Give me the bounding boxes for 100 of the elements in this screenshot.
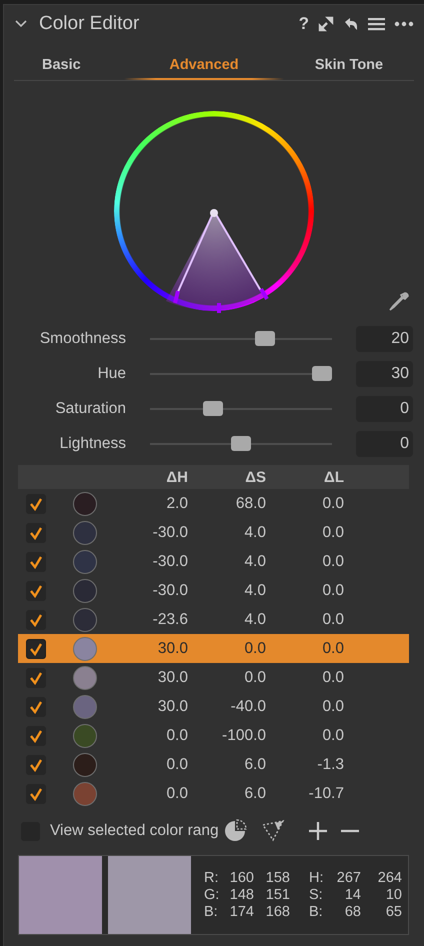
- table-cell-text: 30.0: [156, 668, 188, 686]
- table-row[interactable]: 30.0 0.0 0.0: [18, 663, 409, 692]
- slider-label: Saturation: [54, 400, 126, 418]
- table-cell-text: 0.0: [321, 640, 344, 658]
- slider-thumb[interactable]: [203, 401, 224, 416]
- expand-icon[interactable]: [318, 16, 334, 32]
- value-field[interactable]: 0: [356, 430, 413, 456]
- pie-chart-icon[interactable]: [222, 819, 247, 843]
- table-cell-text: 30.0: [156, 698, 188, 716]
- menu-icon[interactable]: [368, 17, 385, 31]
- value-field[interactable]: 30: [356, 360, 413, 386]
- table-cell-text: 0.0: [243, 640, 266, 658]
- tab[interactable]: Basic: [14, 49, 124, 80]
- table-row[interactable]: 0.0 6.0 -1.3: [18, 750, 409, 779]
- table-cell-text: 0.0: [321, 582, 344, 600]
- table-row[interactable]: 0.0 -100.0 0.0: [18, 721, 409, 750]
- readout-label: B:: [204, 904, 219, 920]
- checkbox-label: View selected color rang: [50, 822, 219, 840]
- table-cell-text: 6.0: [243, 784, 266, 802]
- table-cell-text: -100.0: [221, 726, 266, 744]
- table-cell-text: 0.0: [321, 494, 344, 512]
- table-row[interactable]: -30.0 4.0 0.0: [18, 518, 409, 547]
- table-cell-text: 30.0: [156, 640, 188, 658]
- table-row[interactable]: 30.0 -40.0 0.0: [18, 692, 409, 721]
- table-row[interactable]: 0.0 6.0 -10.7: [18, 779, 409, 808]
- hue-range-wedge[interactable]: [166, 209, 269, 315]
- eyedropper-icon[interactable]: [388, 291, 410, 313]
- panel-title: Color Editor: [39, 13, 140, 35]
- readout-value: 267: [336, 870, 361, 886]
- table-cell-text: -1.3: [316, 756, 344, 774]
- readout-value: 160: [228, 870, 254, 886]
- table-cell-text: 0.0: [321, 668, 344, 686]
- readout-label: B:: [309, 904, 324, 920]
- table-cell-text: -10.7: [308, 784, 344, 802]
- table-cell-text: 4.0: [243, 524, 266, 542]
- table-cell-text: -30.0: [152, 582, 188, 600]
- add-icon[interactable]: [308, 822, 327, 840]
- chevron-icon[interactable]: [15, 20, 27, 28]
- readout-value: 264: [376, 870, 402, 886]
- table-cell-text: 0.0: [321, 552, 344, 570]
- slider-thumb[interactable]: [312, 366, 332, 381]
- checkbox[interactable]: [26, 638, 46, 658]
- table-row[interactable]: 30.0 0.0 0.0: [18, 634, 409, 663]
- table-cell-text: 68.0: [234, 494, 266, 512]
- table-cell-text: -40.0: [230, 698, 266, 716]
- checkbox[interactable]: [26, 494, 46, 514]
- checkbox[interactable]: [26, 552, 46, 572]
- readout-label: H:: [309, 870, 324, 886]
- readout-value: 68: [344, 904, 361, 920]
- checkbox[interactable]: [26, 754, 46, 774]
- readout-value: 168: [264, 904, 290, 920]
- column-header: ΔS: [244, 468, 266, 486]
- slider-label: Smoothness: [38, 330, 126, 348]
- readout-value: 174: [228, 904, 254, 920]
- table-cell-text: 0.0: [165, 784, 188, 802]
- checkbox[interactable]: [26, 784, 46, 804]
- readout-value: 14: [344, 887, 361, 903]
- table-cell-text: 4.0: [243, 582, 266, 600]
- readout-value: 158: [264, 870, 290, 886]
- table-cell-text: -23.6: [152, 610, 188, 628]
- column-header: ΔH: [165, 468, 188, 486]
- slider-label: Lightness: [58, 434, 126, 452]
- table-cell-text: 0.0: [321, 524, 344, 542]
- table-cell-text: 0.0: [321, 726, 344, 744]
- readout-value: 65: [384, 904, 402, 920]
- table-row[interactable]: -30.0 4.0 0.0: [18, 576, 409, 605]
- table-row[interactable]: -30.0 4.0 0.0: [18, 547, 409, 576]
- checkbox[interactable]: [26, 522, 46, 542]
- value-field[interactable]: 0: [356, 396, 413, 422]
- undo-icon[interactable]: [343, 16, 359, 32]
- slider-thumb[interactable]: [231, 436, 251, 451]
- table-cell-text: 6.0: [243, 756, 266, 774]
- readout-value: 10: [384, 887, 402, 903]
- wedge-select-icon[interactable]: [260, 819, 285, 843]
- more-icon[interactable]: [394, 21, 414, 27]
- readout-label: S:: [309, 887, 324, 903]
- table-cell-text: 0.0: [321, 610, 344, 628]
- table-cell-text: 4.0: [243, 610, 266, 628]
- column-header: ΔL: [323, 468, 344, 486]
- table-cell-text: 0.0: [165, 756, 188, 774]
- readout-value: 148: [228, 887, 254, 903]
- tab[interactable]: Skin Tone: [284, 49, 414, 80]
- checkbox[interactable]: [26, 696, 46, 716]
- table-cell-text: -30.0: [152, 524, 188, 542]
- value-field[interactable]: 20: [356, 326, 413, 352]
- slider-label: Hue: [96, 364, 126, 382]
- table-cell-text: 2.0: [165, 494, 188, 512]
- slider-thumb[interactable]: [255, 331, 276, 346]
- table-cell-text: 0.0: [165, 726, 188, 744]
- table-cell-text: 0.0: [321, 698, 344, 716]
- checkbox[interactable]: [26, 668, 46, 688]
- help-button[interactable]: ?: [298, 14, 309, 34]
- table-cell-text: 4.0: [243, 552, 266, 570]
- table-row[interactable]: 2.0 68.0 0.0: [18, 489, 409, 518]
- checkbox[interactable]: [26, 580, 46, 600]
- table-cell-text: 0.0: [243, 668, 266, 686]
- checkbox[interactable]: [26, 610, 46, 630]
- checkbox[interactable]: [26, 726, 46, 746]
- readout-value: 151: [264, 887, 290, 903]
- table-row[interactable]: -23.6 4.0 0.0: [18, 605, 409, 634]
